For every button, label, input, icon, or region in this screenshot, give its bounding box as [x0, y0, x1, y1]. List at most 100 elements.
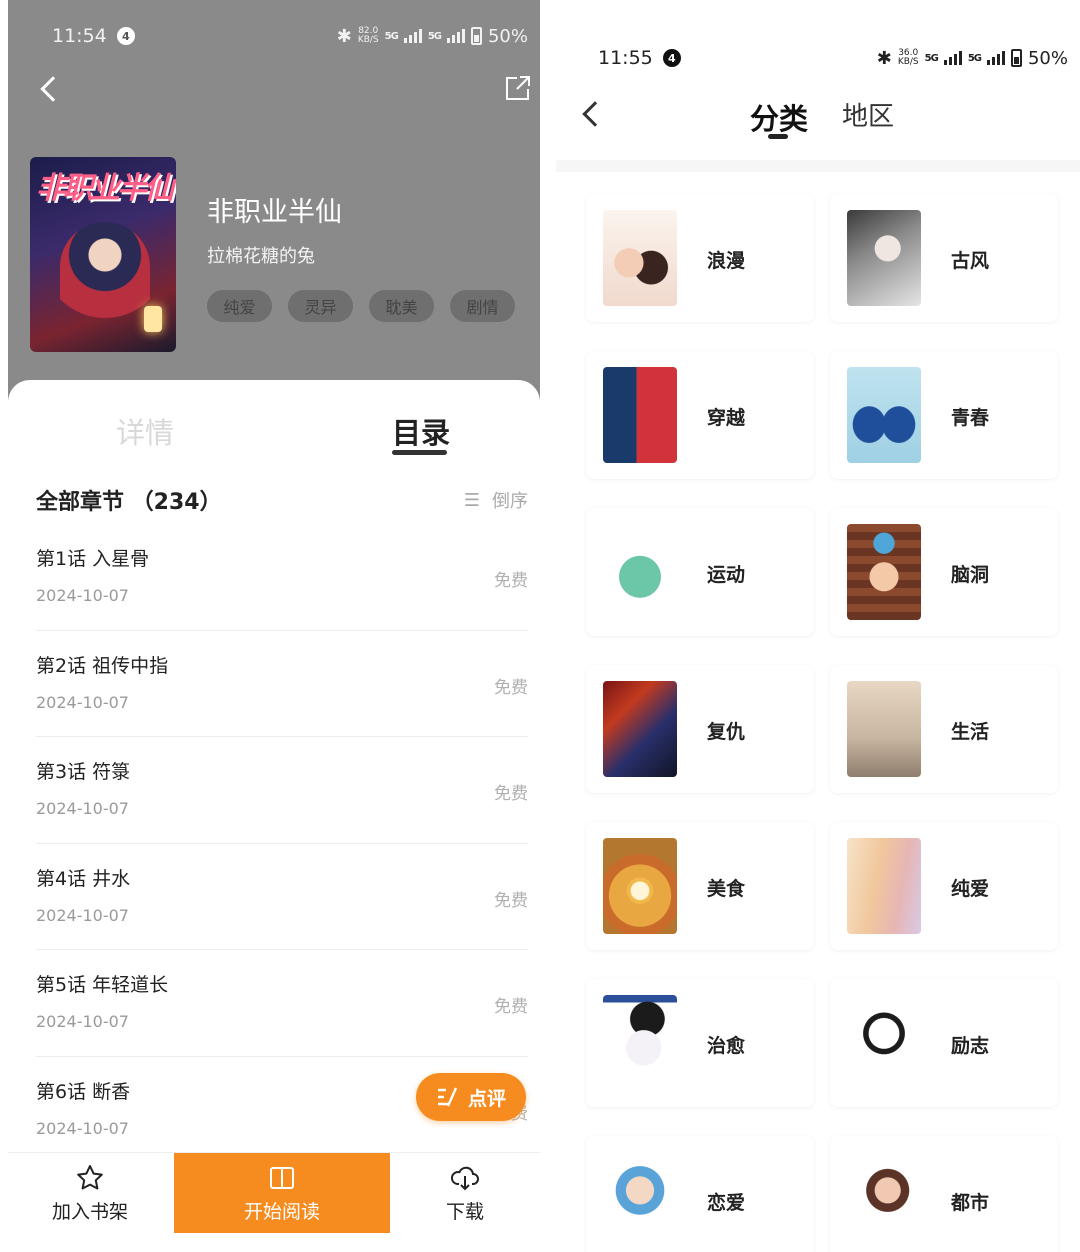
star-icon [77, 1164, 103, 1189]
chapter-date: 2024-10-07 [36, 692, 129, 712]
section-divider [556, 160, 1080, 172]
category-label: 青春 [951, 407, 990, 429]
cover-lantern [144, 306, 162, 332]
genre-tag[interactable]: 耽美 [369, 290, 434, 322]
book-icon [270, 1166, 294, 1189]
genre-tags: 纯爱 灵异 耽美 剧情 [207, 290, 515, 322]
cloud-download-icon [450, 1166, 479, 1190]
category-card[interactable]: 青春 [830, 351, 1058, 479]
category-thumbnail [603, 681, 677, 777]
category-card[interactable]: 美食 [586, 822, 814, 950]
status-bar: 11:55 4 ✱ 36.0 KB/S 5G 5G 50% [556, 28, 1080, 88]
notification-badge: 4 [116, 27, 135, 45]
battery-percent: 50% [1027, 47, 1068, 69]
tab-catalog[interactable]: 目录 [392, 410, 450, 452]
comic-cover-image[interactable]: 非职业半仙 [30, 157, 176, 352]
notification-badge: 4 [662, 49, 681, 67]
battery-percent: 50% [487, 25, 528, 47]
bluetooth-icon: ✱ [336, 25, 352, 47]
status-indicators: ✱ 82.0 KB/S 5G 5G 50% [337, 26, 528, 47]
category-card[interactable]: 励志 [830, 979, 1058, 1107]
chapter-title: 第1话 入星骨 [36, 548, 150, 570]
category-card[interactable]: 复仇 [586, 665, 814, 793]
category-label: 都市 [951, 1192, 990, 1214]
comic-title: 非职业半仙 [207, 197, 342, 228]
review-label: 点评 [467, 1087, 506, 1110]
category-card[interactable]: 都市 [830, 1136, 1058, 1252]
category-thumbnail [603, 838, 677, 934]
chapter-title: 第5话 年轻道长 [36, 974, 169, 996]
category-label: 运动 [707, 564, 746, 586]
category-thumbnail [603, 524, 677, 620]
review-button[interactable]: 点评 [416, 1073, 526, 1121]
chapter-title: 第2话 祖传中指 [36, 654, 169, 677]
signal-bars-icon [943, 51, 962, 65]
category-label: 治愈 [707, 1035, 746, 1057]
category-label: 脑洞 [951, 564, 990, 586]
category-card[interactable]: 脑洞 [830, 508, 1058, 636]
category-card[interactable]: 浪漫 [586, 194, 814, 322]
category-card[interactable]: 恋爱 [586, 1136, 814, 1252]
genre-tag[interactable]: 灵异 [288, 290, 353, 322]
category-thumbnail [603, 210, 677, 306]
chapter-row[interactable]: 第2话 祖传中指 2024-10-07 免费 [36, 631, 528, 737]
category-screen: 11:55 4 ✱ 36.0 KB/S 5G 5G 50% 分类 地区 浪漫 古风… [556, 0, 1080, 1252]
battery-icon [1010, 49, 1022, 67]
start-reading-button[interactable]: 开始阅读 [174, 1153, 390, 1233]
category-thumbnail [847, 524, 921, 620]
add-to-shelf-button[interactable]: 加入书架 [8, 1153, 172, 1233]
comic-author[interactable]: 拉棉花糖的兔 [207, 242, 315, 268]
category-card[interactable]: 治愈 [586, 979, 814, 1107]
category-thumbnail [603, 995, 677, 1091]
category-label: 穿越 [707, 407, 746, 429]
category-card[interactable]: 穿越 [586, 351, 814, 479]
tab-region[interactable]: 地区 [842, 96, 894, 133]
signal-bars-icon-2 [446, 29, 465, 43]
category-label: 纯爱 [951, 878, 990, 900]
category-grid: 浪漫 古风 穿越 青春 运动 脑洞 复仇 生活 美食 纯爱 治愈 励志 恋爱 都… [586, 194, 1060, 1252]
back-icon[interactable] [582, 101, 608, 127]
chapter-count-header: 全部章节 （234） [36, 490, 222, 515]
category-label: 励志 [951, 1035, 990, 1057]
battery-icon [470, 27, 482, 45]
category-thumbnail [603, 1152, 677, 1248]
signal-label-2: 5G [967, 52, 982, 64]
sort-toggle[interactable]: ☰ 倒序 [464, 487, 528, 513]
category-thumbnail [847, 210, 921, 306]
status-time: 11:55 [598, 47, 653, 69]
share-icon[interactable] [504, 74, 532, 102]
category-label: 恋爱 [707, 1192, 746, 1214]
chapter-row[interactable]: 第1话 入星骨 2024-10-07 免费 [36, 524, 528, 631]
chapter-date: 2024-10-07 [36, 1012, 129, 1031]
bluetooth-icon: ✱ [876, 47, 892, 69]
chapter-row[interactable]: 第4话 井水 2024-10-07 免费 [36, 844, 528, 950]
download-button[interactable]: 下载 [390, 1153, 540, 1233]
tab-category[interactable]: 分类 [750, 96, 808, 138]
category-card[interactable]: 运动 [586, 508, 814, 636]
category-card[interactable]: 生活 [830, 665, 1058, 793]
chapter-list: 第1话 入星骨 2024-10-07 免费 第2话 祖传中指 2024-10-0… [36, 524, 528, 1163]
sort-label: 倒序 [492, 491, 528, 512]
signal-label: 5G [384, 30, 399, 42]
genre-tag[interactable]: 剧情 [450, 290, 515, 322]
genre-tag[interactable]: 纯爱 [207, 290, 272, 322]
chapter-price: 免费 [494, 677, 528, 698]
chapter-row[interactable]: 第5话 年轻道长 2024-10-07 免费 [36, 950, 528, 1057]
chapter-row[interactable]: 第3话 符箓 2024-10-07 免费 [36, 737, 528, 844]
category-thumbnail [603, 367, 677, 463]
action-bar: 加入书架 开始阅读 下载 [8, 1152, 540, 1233]
add-to-shelf-label: 加入书架 [51, 1200, 128, 1223]
network-speed: 82.0 KB/S [357, 26, 379, 45]
sort-icon: ☰ [463, 489, 480, 511]
signal-label: 5G [924, 52, 939, 64]
signal-bars-icon-2 [986, 51, 1005, 65]
tab-details[interactable]: 详情 [116, 410, 174, 452]
category-card[interactable]: 古风 [830, 194, 1058, 322]
category-thumbnail [847, 838, 921, 934]
category-card[interactable]: 纯爱 [830, 822, 1058, 950]
chapter-title: 第3话 符箓 [36, 761, 131, 783]
active-tab-indicator [392, 450, 447, 455]
cover-character [60, 222, 150, 332]
active-tab-indicator [768, 134, 788, 139]
chapter-price: 免费 [494, 890, 528, 911]
